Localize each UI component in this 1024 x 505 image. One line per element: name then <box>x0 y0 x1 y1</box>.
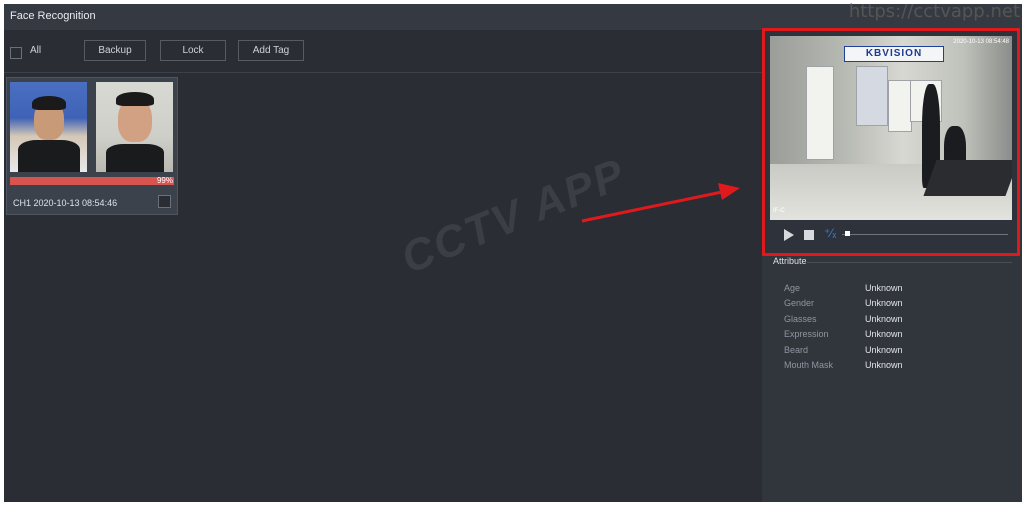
attribute-value: Unknown <box>865 329 903 339</box>
video-preview-highlight: KBVISION 2020-10-13 08:54:48 IF-C ⁺⁄ₓ <box>762 28 1020 256</box>
add-tag-button[interactable]: Add Tag <box>238 40 304 61</box>
playback-progress-track[interactable] <box>842 234 1008 235</box>
attribute-value: Unknown <box>865 314 903 324</box>
attribute-value: Unknown <box>865 283 903 293</box>
backup-button[interactable]: Backup <box>84 40 146 61</box>
captured-face-image <box>10 82 87 172</box>
attribute-key: Age <box>784 283 801 293</box>
match-timestamp: CH1 2020-10-13 08:54:46 <box>13 198 118 208</box>
playback-progress-knob[interactable] <box>845 231 851 236</box>
video-playback-frame[interactable]: KBVISION 2020-10-13 08:54:48 IF-C <box>770 36 1012 220</box>
playback-controls: ⁺⁄ₓ <box>770 225 1012 245</box>
play-icon[interactable] <box>784 229 794 241</box>
matched-face-image <box>96 82 173 172</box>
attribute-key: Beard <box>784 345 809 355</box>
video-timestamp: 2020-10-13 08:54:48 <box>953 39 1009 45</box>
lock-button[interactable]: Lock <box>160 40 226 61</box>
toolbar: All Backup Lock Add Tag <box>4 30 762 73</box>
select-all-label: All <box>30 45 42 56</box>
similarity-bar <box>10 177 174 185</box>
result-select-checkbox[interactable] <box>158 195 171 208</box>
window-title: Face Recognition <box>10 10 96 22</box>
select-all-checkbox[interactable] <box>10 47 22 59</box>
attribute-value: Unknown <box>865 298 903 308</box>
attribute-section-title: Attribute <box>773 256 807 266</box>
attribute-key: Expression <box>784 329 829 339</box>
site-watermark-url: https://cctvapp.net <box>848 1 1020 22</box>
match-result-card[interactable]: 99% CH1 2020-10-13 08:54:46 <box>6 77 178 215</box>
attribute-value: Unknown <box>865 360 903 370</box>
attribute-key: Gender <box>784 298 815 308</box>
attribute-divider <box>807 262 1012 263</box>
store-sign: KBVISION <box>844 46 944 62</box>
similarity-score: 99% <box>156 176 173 185</box>
stop-icon[interactable] <box>804 230 814 240</box>
attribute-key: Glasses <box>784 314 817 324</box>
slow-play-icon[interactable]: ⁺⁄ₓ <box>824 226 836 240</box>
video-channel-label: IF-C <box>773 208 785 214</box>
attribute-value: Unknown <box>865 345 903 355</box>
attribute-key: Mouth Mask <box>784 360 834 370</box>
cctvapp-watermark: CCTV APP <box>394 149 633 284</box>
